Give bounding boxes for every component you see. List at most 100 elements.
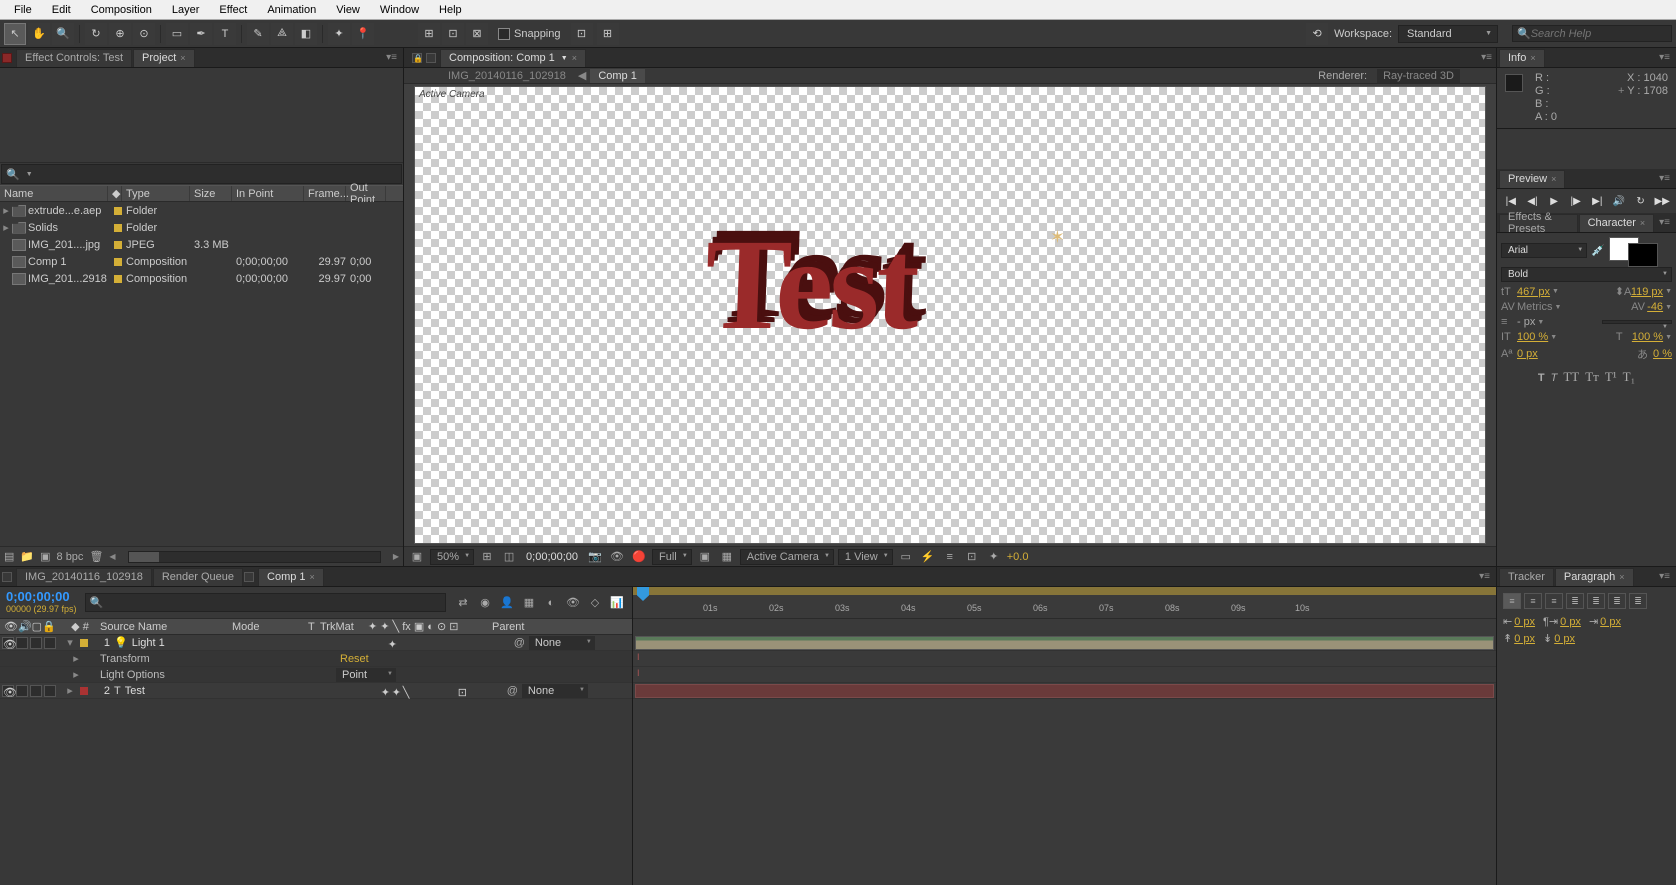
project-search[interactable]: 🔍▼	[1, 164, 402, 184]
leading-value[interactable]: 119 px	[1631, 286, 1663, 298]
project-item-comp1[interactable]: Comp 1Composition0;00;00;0029.970;00	[0, 253, 403, 270]
visibility-toggle[interactable]: 👁	[2, 637, 14, 649]
layer-light[interactable]: 👁 ▾ 1 💡 Light 1 ✦ @ None	[0, 635, 632, 651]
indent-right-value[interactable]: 0 px	[1600, 616, 1621, 628]
draft-3d-icon[interactable]: ◉	[476, 594, 494, 612]
comp-stack-active[interactable]: Comp 1	[590, 69, 645, 83]
sync-icon[interactable]: ⟲	[1306, 23, 1328, 45]
trash-icon[interactable]: 🗑	[89, 550, 103, 563]
justify-all-icon[interactable]: ≣	[1629, 593, 1647, 609]
panel-menu-icon[interactable]: ▾≡	[1475, 571, 1494, 582]
col-trkmat[interactable]: TrkMat	[316, 621, 364, 633]
layer-bar-light[interactable]	[633, 635, 1496, 651]
font-family-dropdown[interactable]: Arial	[1501, 243, 1587, 258]
brush-tool[interactable]: ✎	[247, 23, 269, 45]
menu-file[interactable]: File	[4, 2, 42, 18]
panel-menu-icon[interactable]: ▾≡	[1477, 52, 1496, 63]
stroke-width-value[interactable]: - px	[1517, 316, 1535, 328]
effects-presets-tab[interactable]: Effects & Presets	[1499, 214, 1578, 232]
first-frame-icon[interactable]: |◀	[1503, 193, 1519, 209]
all-caps-icon[interactable]: TT	[1563, 369, 1579, 385]
reset-link[interactable]: Reset	[340, 653, 369, 665]
project-list[interactable]: ▸extrude...e.aepFolder ▸SolidsFolder IMG…	[0, 202, 403, 546]
search-help-input[interactable]	[1531, 28, 1674, 40]
justify-last-center-icon[interactable]: ≣	[1587, 593, 1605, 609]
project-item-jpg[interactable]: IMG_201....jpgJPEG3.3 MB	[0, 236, 403, 253]
snap-option2-icon[interactable]: ⊞	[597, 23, 619, 45]
indent-first-value[interactable]: 0 px	[1560, 616, 1581, 628]
light-type-dropdown[interactable]: Point	[336, 668, 396, 682]
snapping-checkbox[interactable]	[498, 28, 510, 40]
timeline-tab-comp[interactable]: Comp 1×	[258, 568, 324, 586]
panel-menu-icon[interactable]: ▾≡	[1655, 52, 1674, 63]
next-frame-icon[interactable]: |▶	[1568, 193, 1584, 209]
tracking-value[interactable]: -46	[1647, 301, 1663, 313]
roi-icon[interactable]: ▣	[696, 549, 714, 565]
lock-icon[interactable]: 🔒	[412, 53, 422, 63]
col-out[interactable]: Out Point	[346, 186, 386, 201]
close-icon[interactable]: ×	[180, 53, 185, 63]
view-axis-icon[interactable]: ⊠	[466, 23, 488, 45]
text-layer-test[interactable]: Test	[702, 210, 918, 360]
indent-left-value[interactable]: 0 px	[1514, 616, 1535, 628]
fast-preview-icon[interactable]: ⚡	[919, 549, 937, 565]
zoom-dropdown[interactable]: 50%	[430, 549, 474, 565]
hand-tool[interactable]: ✋	[28, 23, 50, 45]
info-tab[interactable]: Info×	[1499, 49, 1545, 67]
transparency-grid-icon[interactable]: ▦	[718, 549, 736, 565]
parent-dropdown[interactable]: None	[522, 684, 588, 698]
always-preview-icon[interactable]: ▣	[408, 549, 426, 565]
panel-menu-icon[interactable]: ▾≡	[1655, 173, 1674, 184]
reset-exposure-icon[interactable]: ✦	[985, 549, 1003, 565]
col-size[interactable]: Size	[190, 186, 232, 201]
parent-pickwhip-icon[interactable]: @	[514, 637, 525, 649]
character-tab[interactable]: Character×	[1579, 214, 1655, 232]
space-before-value[interactable]: 0 px	[1514, 633, 1535, 645]
views-dropdown[interactable]: 1 View	[838, 549, 893, 565]
zoom-tool[interactable]: 🔍	[52, 23, 74, 45]
interpret-icon[interactable]: ▤	[4, 550, 14, 563]
snapping-toggle[interactable]: Snapping ⊡ ⊞	[498, 23, 619, 45]
panel-menu-icon[interactable]: ▾≡	[382, 52, 401, 63]
motion-blur-icon[interactable]: ◐	[542, 594, 560, 612]
renderer-dropdown[interactable]: Ray-traced 3D	[1377, 69, 1460, 83]
align-center-icon[interactable]: ≡	[1524, 593, 1542, 609]
brainstorm-icon[interactable]: 👁	[564, 594, 582, 612]
pan-behind-tool[interactable]: ⊙	[133, 23, 155, 45]
clone-tool[interactable]: ⟁	[271, 23, 293, 45]
project-item-folder[interactable]: ▸extrude...e.aepFolder	[0, 202, 403, 219]
roto-tool[interactable]: ✦	[328, 23, 350, 45]
font-size-value[interactable]: 467 px	[1517, 286, 1550, 298]
col-frame[interactable]: Frame...	[304, 186, 346, 201]
light-marker-icon[interactable]: ✶	[1050, 227, 1065, 248]
tracker-tab[interactable]: Tracker	[1499, 568, 1554, 586]
timeline-tab-img[interactable]: IMG_20140116_102918	[16, 568, 152, 586]
small-caps-icon[interactable]: Tᴛ	[1585, 369, 1599, 385]
comp-stack-prev[interactable]: IMG_20140116_102918	[440, 69, 574, 83]
mute-icon[interactable]: 🔊	[1611, 193, 1627, 209]
col-name[interactable]: Name	[0, 186, 108, 201]
effect-controls-tab[interactable]: Effect Controls: Test	[16, 49, 132, 67]
flowchart-icon[interactable]: ⊡	[963, 549, 981, 565]
comp-mini-flowchart-icon[interactable]: ⇄	[454, 594, 472, 612]
hide-shy-icon[interactable]: 👤	[498, 594, 516, 612]
menu-animation[interactable]: Animation	[257, 2, 326, 18]
stroke-swatch[interactable]	[1628, 243, 1658, 267]
ram-preview-icon[interactable]: ▶▶	[1654, 193, 1670, 209]
resolution-dropdown[interactable]: Full	[652, 549, 692, 565]
layer-test[interactable]: 👁 ▸ 2 T Test ✦✦╲⊡ @ None	[0, 683, 632, 699]
timeline-graph[interactable]: 01s 02s 03s 04s 05s 06s 07s 08s 09s 10s …	[633, 587, 1496, 885]
graph-editor-icon[interactable]: 📊	[608, 594, 626, 612]
tsume-value[interactable]: 0 %	[1653, 348, 1672, 360]
col-source[interactable]: Source Name	[96, 621, 228, 633]
close-icon[interactable]: ×	[572, 53, 577, 63]
mask-icon[interactable]: ◫	[500, 549, 518, 565]
camera-view-dropdown[interactable]: Active Camera	[740, 549, 834, 565]
layer-bar-test[interactable]	[633, 683, 1496, 699]
eyedropper-icon[interactable]: 💉	[1591, 244, 1605, 257]
align-left-icon[interactable]: ≡	[1503, 593, 1521, 609]
panel-menu-icon[interactable]: ▾≡	[1655, 217, 1674, 228]
visibility-toggle[interactable]: 👁	[2, 685, 14, 697]
justify-last-right-icon[interactable]: ≣	[1608, 593, 1626, 609]
menu-view[interactable]: View	[326, 2, 370, 18]
